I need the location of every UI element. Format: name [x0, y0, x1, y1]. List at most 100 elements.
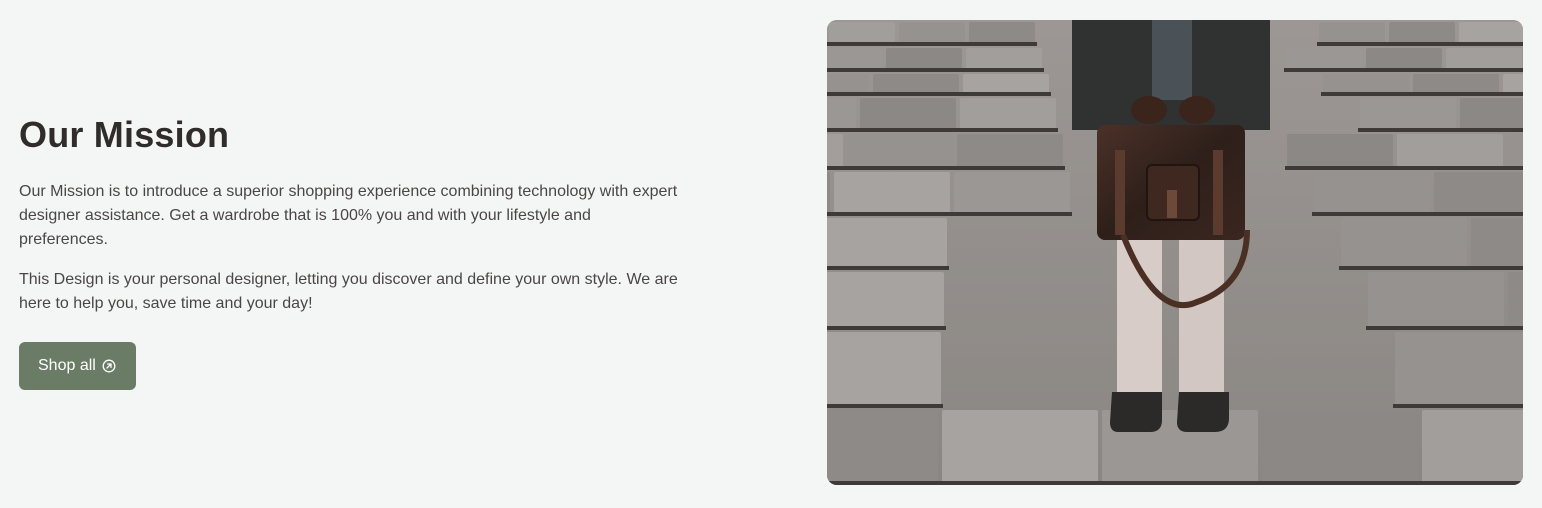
step-shadow	[1432, 212, 1523, 216]
stone-block	[1460, 98, 1523, 129]
step-shadow	[871, 92, 961, 96]
step-shadow	[1358, 128, 1458, 132]
stone-block	[1422, 410, 1523, 482]
stone-block	[954, 172, 1070, 213]
stone-block	[969, 22, 1035, 43]
step-shadow	[827, 481, 940, 485]
step-shadow	[827, 404, 943, 408]
step-shadow	[1469, 266, 1523, 270]
stone-block	[827, 332, 941, 405]
stone-block	[899, 22, 965, 43]
stone-block	[827, 48, 882, 69]
stone-block	[1395, 332, 1523, 405]
step-shadow	[1505, 166, 1523, 170]
stone-block	[1287, 134, 1393, 167]
stone-block	[1459, 22, 1523, 43]
stone-block	[827, 172, 830, 213]
step-shadow	[1506, 326, 1523, 330]
step-shadow	[827, 326, 946, 330]
step-shadow	[958, 128, 1058, 132]
step-shadow	[961, 92, 1051, 96]
step-shadow	[1321, 92, 1411, 96]
mission-photo	[827, 20, 1523, 485]
stone-block	[966, 48, 1042, 69]
step-shadow	[1420, 481, 1523, 485]
stone-block	[1323, 74, 1409, 93]
step-shadow	[858, 128, 958, 132]
stone-block	[1319, 22, 1385, 43]
stone-block	[827, 272, 944, 327]
step-shadow	[884, 68, 964, 72]
stone-block	[827, 218, 947, 267]
step-shadow	[1339, 266, 1469, 270]
stone-block	[860, 98, 956, 129]
step-shadow	[1366, 326, 1506, 330]
stone-block	[1286, 48, 1362, 69]
step-shadow	[967, 42, 1037, 46]
stone-block	[1368, 272, 1504, 327]
step-shadow	[964, 68, 1044, 72]
step-shadow	[1285, 166, 1395, 170]
arrow-up-right-circle-icon	[102, 359, 116, 373]
stone-block	[1314, 172, 1430, 213]
stone-block	[1413, 74, 1499, 93]
stone-block	[1434, 172, 1523, 213]
stone-block	[1471, 218, 1523, 267]
stone-block	[942, 410, 1098, 482]
stone-block	[847, 134, 953, 167]
stone-block	[960, 98, 1056, 129]
step-shadow	[1100, 481, 1260, 485]
stone-block	[886, 48, 962, 69]
stone-block	[1503, 74, 1523, 93]
step-shadow	[827, 68, 884, 72]
step-shadow	[1501, 92, 1523, 96]
stone-block	[1366, 48, 1442, 69]
mission-text-column: Our Mission Our Mission is to introduce …	[19, 112, 679, 390]
stone-block	[1341, 218, 1467, 267]
step-shadow	[1317, 42, 1387, 46]
stone-block	[957, 134, 1063, 167]
stone-block	[827, 410, 938, 482]
step-shadow	[827, 128, 858, 132]
stone-block	[827, 134, 843, 167]
stone-block	[1262, 410, 1418, 482]
stone-block	[1507, 134, 1523, 167]
stone-block	[1446, 48, 1522, 69]
step-shadow	[827, 266, 949, 270]
step-shadow	[827, 166, 845, 170]
step-shadow	[952, 212, 1072, 216]
shop-all-label: Shop all	[38, 357, 96, 374]
mission-paragraph-1: Our Mission is to introduce a superior s…	[19, 183, 678, 248]
step-shadow	[1364, 68, 1444, 72]
step-shadow	[1387, 42, 1457, 46]
stone-block	[1397, 134, 1503, 167]
stone-block	[873, 74, 959, 93]
stone-block	[834, 172, 950, 213]
step-shadow	[827, 212, 832, 216]
step-shadow	[827, 92, 871, 96]
step-shadow	[1444, 68, 1523, 72]
step-shadow	[955, 166, 1065, 170]
mission-heading: Our Mission	[19, 114, 230, 155]
stone-block	[829, 22, 895, 43]
stone-block	[1389, 22, 1455, 43]
mission-paragraph-2: This Design is your personal designer, l…	[19, 271, 678, 312]
step-shadow	[1457, 42, 1523, 46]
stone-block	[827, 74, 869, 93]
step-shadow	[1395, 166, 1505, 170]
step-shadow	[845, 166, 955, 170]
step-shadow	[832, 212, 952, 216]
step-shadow	[1260, 481, 1420, 485]
step-shadow	[1393, 404, 1523, 408]
stone-block	[963, 74, 1049, 93]
stone-block	[1360, 98, 1456, 129]
step-shadow	[1458, 128, 1523, 132]
stone-block	[827, 98, 856, 129]
step-shadow	[897, 42, 967, 46]
stone-block	[1508, 272, 1523, 327]
shop-all-button[interactable]: Shop all	[19, 342, 136, 390]
step-shadow	[1312, 212, 1432, 216]
step-shadow	[940, 481, 1100, 485]
step-shadow	[1411, 92, 1501, 96]
step-shadow	[827, 42, 897, 46]
